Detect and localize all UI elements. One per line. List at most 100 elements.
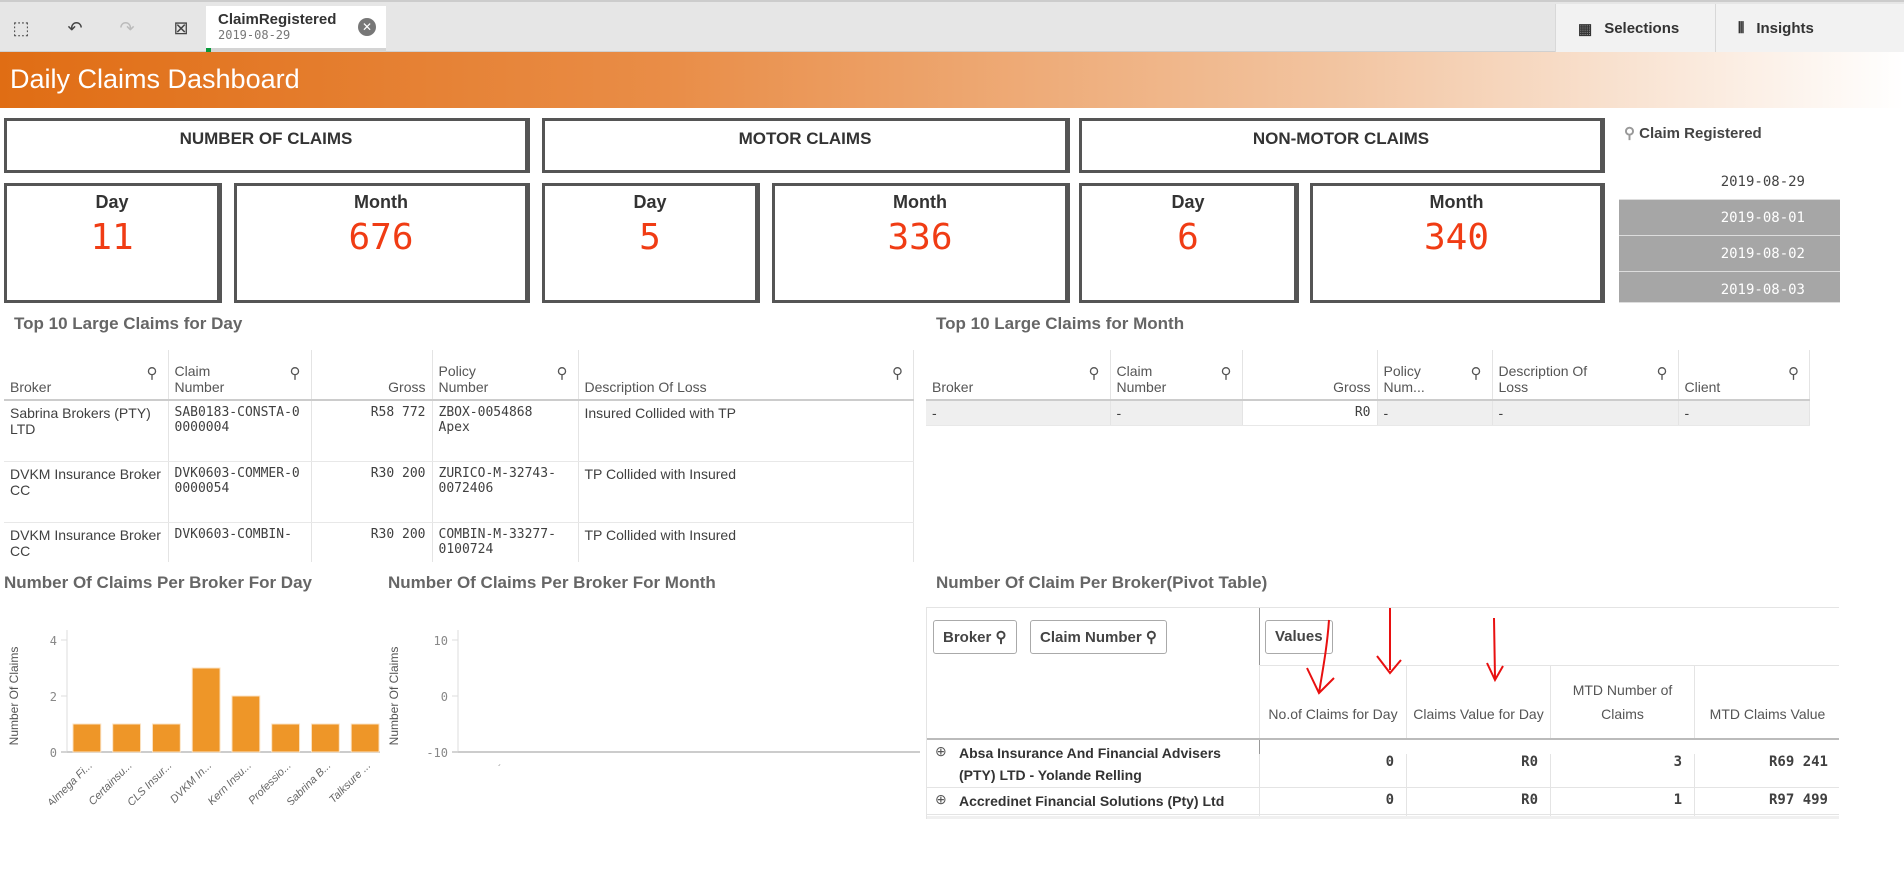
table-row[interactable]: - - R0- - -	[926, 400, 1810, 426]
search-icon[interactable]: ⚲	[1221, 364, 1232, 382]
expand-icon[interactable]: ⊕	[935, 791, 947, 808]
header-label: Claim Number	[1116, 363, 1167, 395]
bar	[112, 723, 142, 753]
pivot-broker: Absa Insurance And Financial Advisers (P…	[959, 745, 1221, 783]
bar	[72, 723, 102, 753]
clear-selections-icon[interactable]: ⊠	[166, 14, 196, 42]
bar	[231, 695, 261, 753]
bar	[310, 723, 340, 753]
filter-option[interactable]: 2019-08-01	[1619, 200, 1840, 236]
pivot-value: R97 499	[1694, 792, 1839, 819]
filter-pane-header[interactable]: ⚲ Claim Registered	[1624, 124, 1762, 142]
kpi-title-box: NON-MOTOR CLAIMS	[1079, 118, 1605, 173]
search-icon[interactable]: ⚲	[1657, 364, 1668, 382]
cell-policy: ZBOX-0054868 Apex	[432, 400, 579, 462]
toolbar: ⬚ ↶ ↷ ⊠ ClaimRegistered 2019-08-29 ✕ ▦ Se…	[0, 0, 1904, 53]
search-icon[interactable]: ⚲	[1089, 364, 1100, 382]
cell: -	[1377, 400, 1493, 426]
search-icon[interactable]: ⚲	[1471, 364, 1482, 382]
search-icon[interactable]: ⚲	[892, 364, 903, 382]
cell: -	[926, 400, 1111, 426]
cell: -	[1678, 400, 1810, 426]
selection-chip[interactable]: ClaimRegistered 2019-08-29 ✕	[206, 6, 386, 52]
pivot-value: 1	[1550, 792, 1694, 819]
kpi-value: 336	[887, 217, 953, 258]
header-label: Broker	[932, 379, 974, 395]
filter-option[interactable]: 2019-08-02	[1619, 236, 1840, 272]
search-icon[interactable]: ⚲	[1788, 364, 1799, 382]
search-icon[interactable]: ⚲	[147, 364, 158, 382]
month-chart-title: Number Of Claims Per Broker For Month	[388, 573, 716, 592]
selections-button[interactable]: ▦ Selections	[1555, 4, 1715, 53]
y-tick-label: -10	[426, 746, 448, 760]
kpi-value: 11	[90, 217, 134, 258]
pivot-row[interactable]: ⊕ Accredinet Financial Solutions (Pty) Lt…	[927, 788, 1839, 819]
column-header-policy-number[interactable]: Policy Num... ⚲	[1377, 350, 1493, 401]
selections-icon: ▦	[1578, 20, 1593, 38]
column-header-claim-number[interactable]: Claim Number ⚲	[1110, 350, 1243, 401]
table-row[interactable]: DVKM Insurance Broker CC DVK0603-COMMER-0…	[4, 461, 914, 523]
x-tick-label: ´	[498, 763, 501, 775]
cell-claim-number: DVK0603-COMBIN-	[168, 522, 312, 562]
kpi-label: Month	[893, 192, 947, 212]
cell-gross: R58 772	[311, 400, 433, 462]
search-icon[interactable]: ⚲	[557, 364, 568, 382]
cell-broker: DVKM Insurance Broker CC	[4, 522, 169, 562]
selection-field: ClaimRegistered	[218, 11, 337, 28]
y-tick-label: 10	[434, 634, 448, 648]
close-icon[interactable]: ✕	[358, 18, 376, 36]
day-chart-title: Number Of Claims Per Broker For Day	[4, 573, 312, 592]
column-header-description[interactable]: Description Of Loss ⚲	[1492, 350, 1679, 401]
cell-gross: R0	[1242, 400, 1378, 426]
cell: -	[1492, 400, 1679, 426]
column-header-client[interactable]: Client ⚲	[1678, 350, 1810, 401]
table-row[interactable]: Sabrina Brokers (PTY) LTD SAB0183-CONSTA-…	[4, 400, 914, 462]
column-header-broker[interactable]: Broker ⚲	[4, 350, 169, 401]
pivot-row-partial[interactable]	[927, 816, 1839, 819]
kpi-title-box: NUMBER OF CLAIMS	[4, 118, 530, 173]
month-bar-chart: -10 0 10 Number Of Claims ´	[387, 630, 920, 775]
column-header-gross[interactable]: Gross	[311, 350, 433, 401]
red-arrow-annotations	[1306, 608, 1504, 695]
insights-label: Insights	[1756, 20, 1814, 37]
kpi-title: NUMBER OF CLAIMS	[179, 129, 353, 148]
search-icon: ⚲	[1145, 629, 1157, 646]
pivot-row[interactable]: ⊕ Absa Insurance And Financial Advisers (…	[927, 740, 1839, 802]
column-header-description[interactable]: Description Of Loss ⚲	[578, 350, 914, 401]
header-label: Client	[1684, 379, 1721, 395]
pivot-dim-broker[interactable]: Broker ⚲	[933, 620, 1017, 654]
insights-button[interactable]: ⫴ Insights	[1715, 4, 1904, 53]
pivot-dim-claim-number[interactable]: Claim Number ⚲	[1030, 620, 1167, 654]
day-table: Broker ⚲ Claim Number ⚲ Gross Policy Numbe…	[4, 350, 914, 562]
kpi-title: NON-MOTOR CLAIMS	[1252, 129, 1430, 148]
table-row[interactable]: DVKM Insurance Broker CC DVK0603-COMBIN- R…	[4, 522, 914, 562]
pivot-table: Broker ⚲ Claim Number ⚲ Values No.of Cla…	[926, 607, 1839, 819]
cell-broker: Sabrina Brokers (PTY) LTD	[4, 400, 169, 462]
column-header-broker[interactable]: Broker ⚲	[926, 350, 1111, 401]
y-tick-label: 4	[50, 634, 57, 648]
kpi-label: Day	[95, 192, 129, 212]
filter-option[interactable]: 2019-08-03	[1619, 272, 1840, 303]
page-title: Daily Claims Dashboard	[10, 64, 300, 94]
search-icon[interactable]: ⚲	[290, 364, 301, 382]
filter-option-selected[interactable]: 2019-08-29	[1619, 164, 1840, 200]
step-back-icon[interactable]: ↶	[60, 14, 90, 42]
smart-search-icon[interactable]: ⬚	[6, 14, 36, 42]
kpi-label: Month	[1429, 192, 1484, 212]
column-header-gross[interactable]: Gross	[1242, 350, 1378, 401]
kpi-value: 5	[639, 217, 661, 258]
bar	[191, 667, 221, 753]
expand-icon[interactable]: ⊕	[935, 743, 947, 760]
bar	[271, 723, 301, 753]
month-table-title: Top 10 Large Claims for Month	[936, 314, 1185, 333]
kpi-value: 6	[1177, 217, 1199, 258]
header-label: Gross	[1333, 379, 1371, 395]
column-header-policy-number[interactable]: Policy Number ⚲	[432, 350, 579, 401]
header-label: Policy Number	[438, 363, 489, 395]
kpi-month: Month 676	[234, 183, 530, 303]
kpi-month: Month 340	[1310, 183, 1605, 303]
header-label: Broker	[10, 379, 52, 395]
kpi-day: Day 5	[542, 183, 760, 303]
step-forward-icon[interactable]: ↷	[112, 14, 142, 42]
column-header-claim-number[interactable]: Claim Number ⚲	[168, 350, 312, 401]
